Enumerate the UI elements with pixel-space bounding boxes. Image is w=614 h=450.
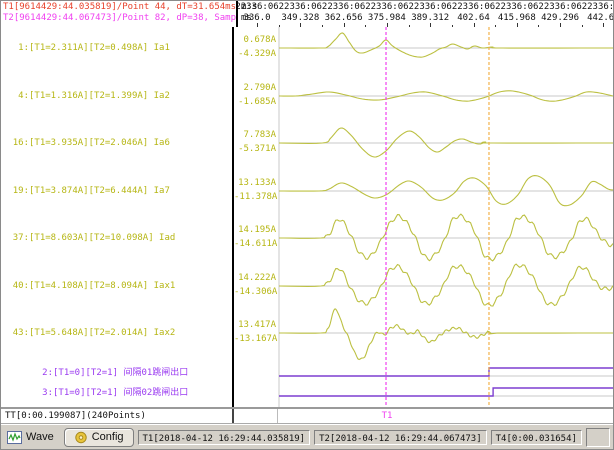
channel-values-and-name: [T1=3.935A][T2=2.046A] Ia6 [29, 137, 170, 149]
amplitude-max-label: 14.222A [234, 273, 277, 284]
amplitude-max-label: 13.417A [234, 320, 277, 331]
summary-row: TT[0:00.199087](240Points) T1 [1, 409, 613, 424]
amplitude-min-label: -4.329A [234, 49, 277, 60]
amplitude-min-label: -13.167A [234, 334, 277, 345]
summary-divider [232, 409, 234, 423]
time-tick-label: 22336:06415.968 [495, 2, 538, 24]
channel-number: 40: [3, 280, 29, 292]
wave-viewer-window: T1[9614429:44.035819]/Point 44, dT=31.65… [0, 0, 614, 450]
tab-wave-label: Wave [26, 431, 54, 443]
status-t2-field: T2[2018-04-12 16:29:44.067473] [314, 430, 487, 445]
waveform-trace-Ia1 [279, 33, 613, 57]
channel-number: 3: [27, 387, 53, 399]
channel-values-and-name: [T1=4.108A][T2=8.094A] Iax1 [29, 280, 175, 292]
waveform-trace-Iax1 [279, 264, 613, 306]
channel-values-and-name: [T1=0][T2=1] 间隔01跳闸出口 [53, 367, 188, 379]
config-icon [74, 431, 88, 444]
time-tick-label: 22336:06375.984 [365, 2, 408, 24]
channel-label-Ia7[interactable]: 19:[T1=3.874A][T2=6.444A] Ia7 [3, 185, 170, 197]
time-tick-label: 22336:06389.312 [409, 2, 452, 24]
top-header: T1[9614429:44.035819]/Point 44, dT=31.65… [1, 1, 613, 28]
status-t4-field: T4[0:00.031654] [491, 430, 582, 445]
waveform-trace-Iax2 [279, 309, 613, 360]
amplitude-max-label: 13.133A [234, 178, 277, 189]
cursor-info-panel: T1[9614429:44.035819]/Point 44, dT=31.65… [1, 1, 238, 27]
channel-label-间隔01跳闸出口[interactable]: 2:[T1=0][T2=1] 间隔01跳闸出口 [27, 367, 188, 379]
config-button[interactable]: Config [64, 428, 134, 447]
waveform-canvas[interactable] [234, 27, 613, 407]
total-time-label: TT[0:00.199087](240Points) [5, 411, 146, 422]
time-tick-label: 22336:06429.296 [538, 2, 581, 24]
channel-number: 2: [27, 367, 53, 379]
channel-values-and-name: [T1=3.874A][T2=6.444A] Ia7 [29, 185, 170, 197]
time-tick-label: 22336:06336.0 [238, 2, 279, 24]
channel-label-Iax1[interactable]: 40:[T1=4.108A][T2=8.094A] Iax1 [3, 280, 175, 292]
amplitude-max-label: 14.195A [234, 225, 277, 236]
t1-cursor-label: T1 [378, 411, 396, 421]
waveform-panel[interactable]: 0.678A -4.329A 2.790A -1.685A 7.783A -5.371A 1… [234, 27, 613, 407]
channel-values-and-name: [T1=5.648A][T2=2.014A] Iax2 [29, 327, 175, 339]
time-tick-label: 22336:06442.62 [582, 2, 613, 24]
amplitude-max-label: 0.678A [234, 35, 277, 46]
amplitude-min-label: -14.611A [234, 239, 277, 250]
channel-values-and-name: [T1=2.311A][T2=0.498A] Ia1 [29, 42, 170, 54]
digital-trace-1 [279, 368, 613, 376]
status-t1-field: T1[2018-04-12 16:29:44.035819] [138, 430, 311, 445]
main-area: 1:[T1=2.311A][T2=0.498A] Ia1 4:[T1=1.316A… [1, 27, 613, 407]
channel-number: 1: [3, 42, 29, 54]
status-empty-field [586, 428, 610, 447]
waveform-icon [7, 431, 22, 444]
channel-values-and-name: [T1=1.316A][T2=1.399A] Ia2 [29, 90, 170, 102]
summary-divider-2 [277, 409, 278, 423]
t2-info-text: T2[9614429:44.067473]/Point 82, dP=38, S… [3, 13, 234, 24]
channel-label-Iad[interactable]: 37:[T1=8.603A][T2=10.098A] Iad [3, 232, 175, 244]
time-axis-header: m:s ms 22336:06336.022336:06349.32822336… [238, 1, 613, 27]
amplitude-min-label: -1.685A [234, 97, 277, 108]
digital-trace-2 [279, 388, 613, 396]
time-tick-label: 22336:06362.656 [322, 2, 365, 24]
amplitude-min-label: -11.378A [234, 192, 277, 203]
t1-info-text: T1[9614429:44.035819]/Point 44, dT=31.65… [3, 2, 234, 13]
config-button-label: Config [92, 431, 124, 443]
channel-values-and-name: [T1=8.603A][T2=10.098A] Iad [29, 232, 175, 244]
channel-number: 43: [3, 327, 29, 339]
channel-number: 16: [3, 137, 29, 149]
channel-label-Iax2[interactable]: 43:[T1=5.648A][T2=2.014A] Iax2 [3, 327, 175, 339]
time-tick-label: 22336:06349.328 [279, 2, 322, 24]
channel-number: 19: [3, 185, 29, 197]
status-bar: Wave Config T1[2018-04-12 16:29:44.03581… [1, 424, 613, 449]
amplitude-min-label: -5.371A [234, 144, 277, 155]
channel-label-Ia1[interactable]: 1:[T1=2.311A][T2=0.498A] Ia1 [3, 42, 170, 54]
channel-values-and-name: [T1=0][T2=1] 间隔02跳闸出口 [53, 387, 188, 399]
amplitude-min-label: -14.306A [234, 287, 277, 298]
time-tick-label: 22336:06402.64 [452, 2, 495, 24]
channel-label-panel: 1:[T1=2.311A][T2=0.498A] Ia1 4:[T1=1.316A… [1, 27, 234, 407]
channel-number: 4: [3, 90, 29, 102]
tab-wave[interactable]: Wave [4, 429, 60, 446]
channel-label-间隔02跳闸出口[interactable]: 3:[T1=0][T2=1] 间隔02跳闸出口 [27, 387, 188, 399]
amplitude-max-label: 7.783A [234, 130, 277, 141]
channel-number: 37: [3, 232, 29, 244]
channel-label-Ia6[interactable]: 16:[T1=3.935A][T2=2.046A] Ia6 [3, 137, 170, 149]
amplitude-max-label: 2.790A [234, 83, 277, 94]
channel-label-Ia2[interactable]: 4:[T1=1.316A][T2=1.399A] Ia2 [3, 90, 170, 102]
